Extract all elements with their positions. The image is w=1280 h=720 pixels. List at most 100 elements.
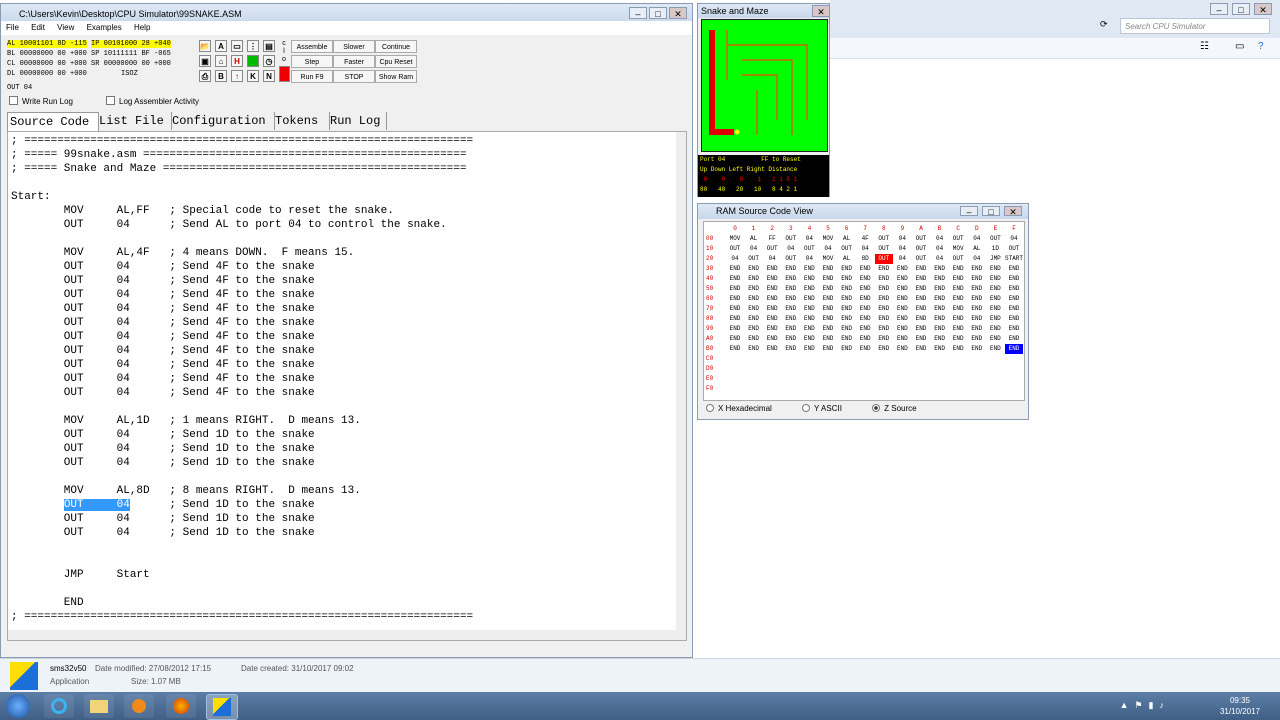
close-button[interactable]: ✕: [669, 7, 687, 19]
maximize-button[interactable]: □: [649, 7, 667, 19]
code-line[interactable]: MOV AL,4F ; 4 means DOWN. F means 15.: [11, 246, 473, 260]
code-line[interactable]: ; ======================================…: [11, 134, 473, 148]
source-code-editor[interactable]: ; ======================================…: [7, 131, 687, 641]
code-line[interactable]: OUT 04 ; Send 4F to the snake: [11, 316, 473, 330]
code-line[interactable]: [11, 582, 473, 596]
up-arrow-icon[interactable]: ⌂: [215, 55, 227, 67]
menu-file[interactable]: File: [1, 23, 24, 32]
code-line[interactable]: [11, 400, 473, 414]
code-line[interactable]: JMP Start: [11, 568, 473, 582]
run-button[interactable]: Run F9: [291, 70, 333, 83]
code-line[interactable]: OUT 04 ; Send 1D to the snake: [11, 498, 473, 512]
code-line[interactable]: OUT 04 ; Send 1D to the snake: [11, 456, 473, 470]
lift-icon[interactable]: ↑: [231, 70, 243, 82]
cpu-reset-button[interactable]: Cpu Reset: [375, 55, 417, 68]
minimize-button[interactable]: –: [960, 206, 978, 217]
monitor-icon[interactable]: ▭: [231, 40, 243, 52]
menu-edit[interactable]: Edit: [26, 23, 50, 32]
show-ram-button[interactable]: Show Ram: [375, 70, 417, 83]
code-line[interactable]: [11, 554, 473, 568]
tool-k-button[interactable]: K: [247, 70, 259, 82]
tool-h-button[interactable]: H: [231, 55, 243, 67]
tab-source-code[interactable]: Source Code: [7, 112, 99, 131]
tab-tokens[interactable]: Tokens: [273, 112, 330, 130]
step-button[interactable]: Step: [291, 55, 333, 68]
selected-instruction[interactable]: OUT 04: [63, 499, 130, 511]
vertical-scrollbar[interactable]: [676, 132, 686, 630]
faster-button[interactable]: Faster: [333, 55, 375, 68]
timer-icon[interactable]: ◷: [263, 55, 275, 67]
close-button[interactable]: ✕: [812, 5, 830, 17]
firefox-icon[interactable]: [166, 694, 196, 718]
refresh-icon[interactable]: ⟳: [1100, 19, 1108, 30]
code-line[interactable]: OUT 04 ; Send 1D to the snake: [11, 526, 473, 540]
help-icon[interactable]: ?: [1258, 41, 1264, 52]
tool-b-button[interactable]: B: [215, 70, 227, 82]
radio-source[interactable]: Z Source: [872, 404, 930, 413]
code-line[interactable]: ; ===== Snake and Maze =================…: [11, 162, 473, 176]
print-icon[interactable]: ⎙: [199, 70, 211, 82]
write-run-log-checkbox[interactable]: Write Run Log: [9, 96, 73, 107]
file-explorer-icon[interactable]: [84, 694, 114, 718]
slower-button[interactable]: Slower: [333, 40, 375, 53]
radio-hexadecimal[interactable]: X Hexadecimal: [706, 404, 786, 413]
radio-ascii[interactable]: Y ASCII: [802, 404, 856, 413]
assemble-button[interactable]: Assemble: [291, 40, 333, 53]
code-line[interactable]: OUT 04 ; Send 4F to the snake: [11, 386, 473, 400]
code-line[interactable]: ; ======================================…: [11, 610, 473, 624]
tool-a-button[interactable]: A: [215, 40, 227, 52]
open-icon[interactable]: 📂: [199, 40, 211, 52]
code-line[interactable]: Start:: [11, 190, 473, 204]
view-options-icon[interactable]: ☷: [1200, 41, 1209, 52]
search-input[interactable]: Search CPU Simulator: [1120, 18, 1270, 34]
clock-icon[interactable]: clo: [279, 40, 289, 64]
stop-icon[interactable]: [279, 66, 290, 82]
close-button[interactable]: ✕: [1254, 3, 1272, 15]
tool-n-button[interactable]: N: [263, 70, 275, 82]
media-player-icon[interactable]: [124, 694, 154, 718]
minimize-button[interactable]: –: [629, 7, 647, 19]
tab-run-log[interactable]: Run Log: [328, 112, 387, 130]
start-button[interactable]: [6, 694, 30, 718]
code-line[interactable]: END: [11, 596, 473, 610]
code-line[interactable]: MOV AL,1D ; 1 means RIGHT. D means 13.: [11, 414, 473, 428]
preview-pane-icon[interactable]: ▭: [1235, 41, 1244, 52]
code-line[interactable]: [11, 470, 473, 484]
system-tray-icons[interactable]: ▲⚑▮♪: [1120, 700, 1170, 711]
maximize-button[interactable]: □: [982, 206, 1000, 217]
code-line[interactable]: OUT 04 ; Send 4F to the snake: [11, 372, 473, 386]
code-line[interactable]: [11, 232, 473, 246]
code-line[interactable]: MOV AL,FF ; Special code to reset the sn…: [11, 204, 473, 218]
code-line[interactable]: OUT 04 ; Send 4F to the snake: [11, 330, 473, 344]
cpu-simulator-taskbar-icon[interactable]: [206, 694, 238, 720]
heater-icon[interactable]: ▤: [263, 40, 275, 52]
code-line[interactable]: OUT 04 ; Send 4F to the snake: [11, 260, 473, 274]
traffic-light-icon[interactable]: ⋮: [247, 40, 259, 52]
code-line[interactable]: MOV AL,8D ; 8 means RIGHT. D means 13.: [11, 484, 473, 498]
log-assembler-checkbox[interactable]: Log Assembler Activity: [106, 96, 199, 107]
code-line[interactable]: OUT 04 ; Send 4F to the snake: [11, 288, 473, 302]
code-line[interactable]: OUT 04 ; Send 4F to the snake: [11, 344, 473, 358]
code-line[interactable]: OUT 04 ; Send 1D to the snake: [11, 428, 473, 442]
continue-button[interactable]: Continue: [375, 40, 417, 53]
menu-examples[interactable]: Examples: [82, 23, 127, 32]
save-icon[interactable]: ▣: [199, 55, 211, 67]
code-line[interactable]: ; ===== 99snake.asm ====================…: [11, 148, 473, 162]
code-line[interactable]: OUT 04 ; Send 4F to the snake: [11, 302, 473, 316]
code-line[interactable]: [11, 176, 473, 190]
code-line[interactable]: OUT 04 ; Send 1D to the snake: [11, 442, 473, 456]
taskbar-clock[interactable]: 09:35 31/10/2017: [1220, 695, 1260, 717]
code-line[interactable]: OUT 04 ; Send 4F to the snake: [11, 358, 473, 372]
tab-list-file[interactable]: List File: [97, 112, 172, 130]
horizontal-scrollbar[interactable]: [8, 630, 686, 640]
code-line[interactable]: OUT 04 ; Send 4F to the snake: [11, 274, 473, 288]
menu-help[interactable]: Help: [129, 23, 155, 32]
internet-explorer-icon[interactable]: [44, 694, 74, 718]
maximize-button[interactable]: □: [1232, 3, 1250, 15]
close-button[interactable]: ✕: [1004, 206, 1022, 217]
code-line[interactable]: OUT 04 ; Send 1D to the snake: [11, 512, 473, 526]
tab-configuration[interactable]: Configuration: [170, 112, 275, 130]
menu-view[interactable]: View: [52, 23, 79, 32]
code-line[interactable]: OUT 04 ; Send AL to port 04 to control t…: [11, 218, 473, 232]
snake-icon[interactable]: [247, 55, 259, 67]
